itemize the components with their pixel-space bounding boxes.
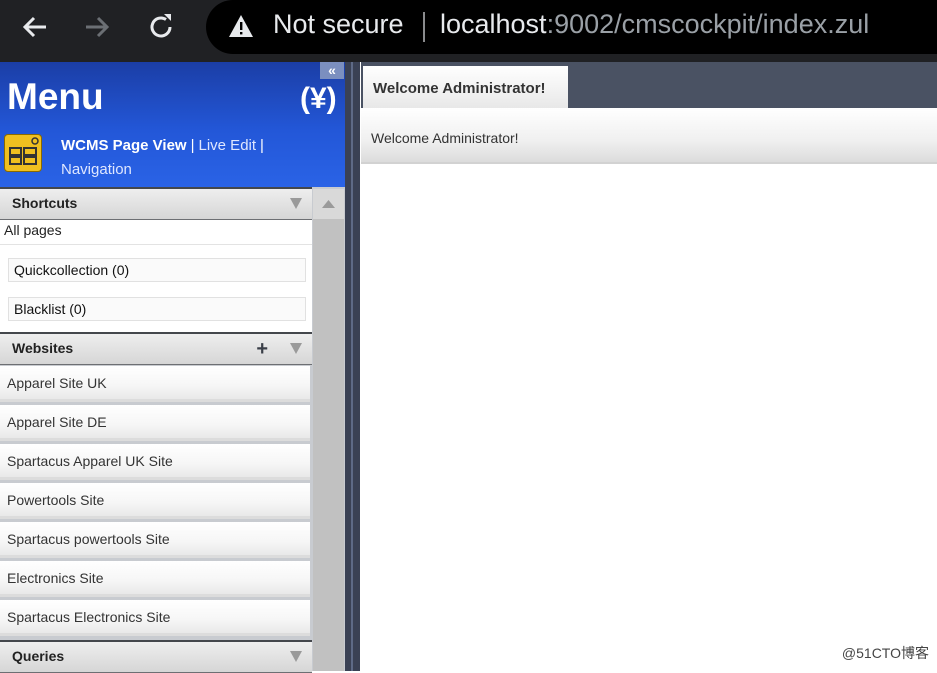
forward-arrow-icon[interactable] — [80, 10, 114, 44]
chevron-up-icon — [322, 200, 335, 208]
main-tabbar: Welcome Administrator! — [361, 62, 937, 108]
website-label: Apparel Site DE — [7, 414, 107, 430]
perspective-nav: WCMS Page View | Live Edit | Navigation — [61, 134, 281, 182]
url-host: localhost — [440, 9, 547, 39]
scrollbar-up-button[interactable] — [313, 189, 344, 219]
divider — [0, 244, 312, 245]
address-separator — [423, 12, 425, 42]
nav-separator: | — [260, 137, 264, 154]
browser-divider — [0, 54, 937, 62]
menu-title: Menu — [7, 76, 104, 117]
website-item[interactable]: Spartacus Electronics Site — [0, 600, 310, 636]
tab-welcome-label: Welcome Administrator! — [373, 80, 546, 97]
watermark: @51CTO博客 — [841, 645, 929, 661]
main-content — [361, 164, 937, 671]
website-item[interactable]: Spartacus Apparel UK Site — [0, 444, 310, 480]
add-website-icon[interactable]: + — [256, 338, 268, 361]
left-panel: « Menu (¥) WCMS Page View | Live Edit | Nav… — [0, 62, 345, 673]
website-label: Spartacus powertools Site — [7, 531, 170, 547]
all-pages-link[interactable]: All pages — [4, 222, 62, 238]
welcome-text: Welcome Administrator! — [371, 130, 519, 146]
website-label: Spartacus Electronics Site — [7, 609, 171, 625]
expand-triangle-icon[interactable] — [290, 651, 302, 662]
expand-triangle-icon[interactable] — [290, 343, 302, 354]
queries-title: Queries — [12, 648, 65, 664]
website-label: Powertools Site — [7, 492, 105, 508]
shortcuts-body: All pages Quickcollection (0) Blacklist … — [0, 220, 312, 332]
wcms-perspective-icon[interactable] — [4, 134, 42, 172]
url-text[interactable]: localhost:9002/cmscockpit/index.zul — [440, 9, 869, 40]
website-item[interactable]: Apparel Site UK — [0, 366, 310, 402]
blacklist-item[interactable]: Blacklist (0) — [8, 297, 306, 321]
blacklist-label: Blacklist (0) — [14, 301, 87, 317]
website-item[interactable]: Apparel Site DE — [0, 405, 310, 441]
back-arrow-icon[interactable] — [18, 10, 52, 44]
tab-welcome[interactable]: Welcome Administrator! — [363, 66, 568, 108]
panel-splitter[interactable] — [345, 62, 360, 671]
splitter-line — [351, 62, 353, 671]
reload-icon[interactable] — [144, 10, 178, 44]
security-label[interactable]: Not secure — [273, 9, 404, 40]
url-path: :9002/cmscockpit/index.zul — [546, 9, 870, 39]
websites-header[interactable]: Websites + — [0, 332, 312, 365]
nav-live-edit[interactable]: Live Edit — [199, 137, 257, 154]
shortcuts-title: Shortcuts — [12, 195, 78, 211]
website-item[interactable]: Spartacus powertools Site — [0, 522, 310, 558]
nav-separator: | — [190, 137, 195, 154]
quickcollection-label: Quickcollection (0) — [14, 262, 130, 278]
warning-icon — [229, 15, 253, 37]
website-item[interactable]: Electronics Site — [0, 561, 310, 597]
website-label: Electronics Site — [7, 570, 104, 586]
website-label: Spartacus Apparel UK Site — [7, 453, 173, 469]
welcome-bar: Welcome Administrator! — [361, 108, 937, 164]
website-item[interactable]: Powertools Site — [0, 483, 310, 519]
scrollbar-track[interactable] — [313, 189, 344, 671]
collapse-button[interactable]: « — [320, 62, 344, 79]
nav-wcms-page-view[interactable]: WCMS Page View — [61, 137, 187, 154]
browser-toolbar: Not secure localhost:9002/cmscockpit/ind… — [0, 0, 937, 54]
websites-title: Websites — [12, 340, 74, 356]
nav-navigation[interactable]: Navigation — [61, 161, 132, 178]
menu-header: « Menu (¥) WCMS Page View | Live Edit | Nav… — [0, 62, 345, 187]
shortcuts-header[interactable]: Shortcuts — [0, 187, 312, 220]
website-label: Apparel Site UK — [7, 375, 107, 391]
cockpit-logo: (¥) — [300, 82, 337, 115]
expand-triangle-icon[interactable] — [290, 198, 302, 209]
quickcollection-item[interactable]: Quickcollection (0) — [8, 258, 306, 282]
queries-header[interactable]: Queries — [0, 640, 312, 673]
